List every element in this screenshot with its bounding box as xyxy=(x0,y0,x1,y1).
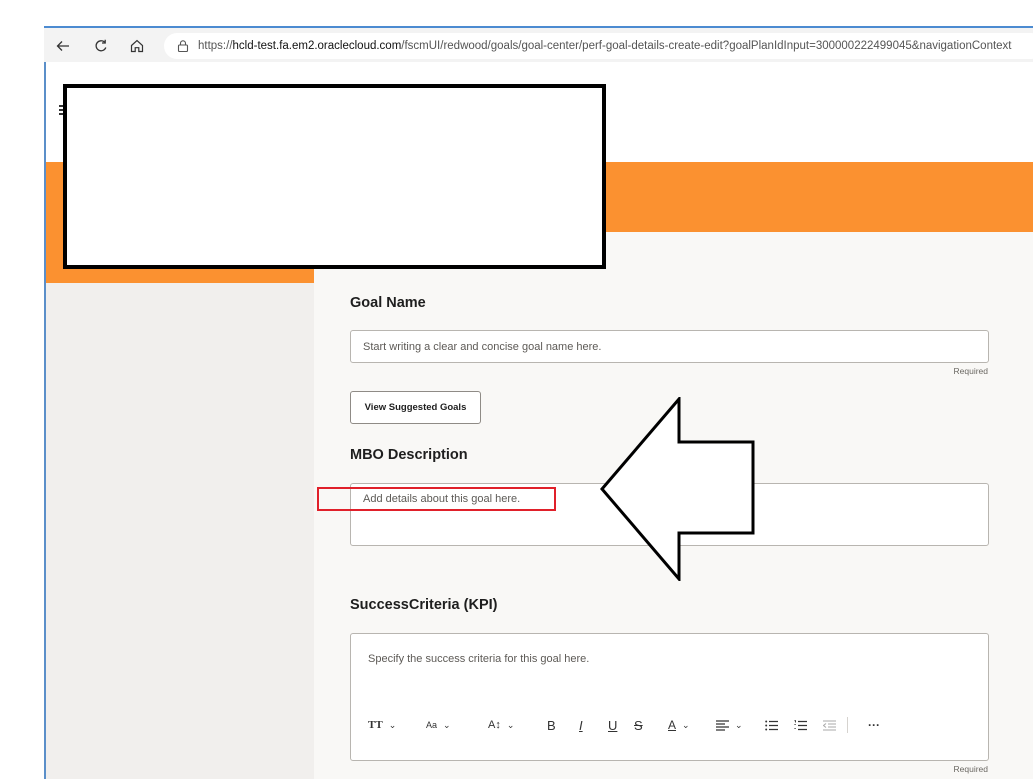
more-icon: ··· xyxy=(868,718,880,732)
bold-button[interactable]: B xyxy=(547,718,579,733)
bullet-list-button[interactable] xyxy=(765,720,794,731)
outdent-icon xyxy=(823,719,836,731)
view-suggested-goals-button[interactable]: View Suggested Goals xyxy=(350,391,481,424)
italic-button[interactable]: I xyxy=(579,718,608,733)
arrow-left-icon xyxy=(56,41,69,51)
goal-name-label: Goal Name xyxy=(350,295,426,311)
outdent-button[interactable] xyxy=(823,719,847,731)
bullet-list-icon xyxy=(765,720,778,730)
font-family-dropdown[interactable]: TT ⌄ xyxy=(368,719,426,731)
numbered-list-button[interactable] xyxy=(794,719,823,731)
numbered-list-icon xyxy=(794,719,807,730)
screenshot-root: https://hcld-test.fa.em2.oraclecloud.com… xyxy=(0,0,1033,779)
goal-name-input[interactable]: Start writing a clear and concise goal n… xyxy=(350,330,989,363)
strikethrough-icon: S xyxy=(634,717,643,733)
more-options-button[interactable]: ··· xyxy=(868,718,888,732)
italic-icon: I xyxy=(579,717,583,733)
success-criteria-placeholder: Specify the success criteria for this go… xyxy=(368,653,590,665)
bold-icon: B xyxy=(547,717,556,733)
underline-button[interactable]: U xyxy=(608,718,634,733)
line-height-dropdown[interactable]: A↕ ⌄ xyxy=(488,719,547,731)
url-prefix: https:// xyxy=(198,40,233,52)
arrow-annotation-icon xyxy=(600,397,755,581)
text-color-dropdown[interactable]: A ⌄ xyxy=(668,718,716,732)
font-family-icon: TT xyxy=(368,719,383,731)
chevron-down-icon: ⌄ xyxy=(506,719,515,730)
strikethrough-button[interactable]: S xyxy=(634,718,668,733)
rich-text-toolbar: TT ⌄ Aa ⌄ A↕ ⌄ B I U S A ⌄ ⌄ ··· xyxy=(368,716,888,734)
home-icon xyxy=(130,39,144,53)
redaction-box xyxy=(63,84,606,269)
goal-name-required: Required xyxy=(953,366,989,376)
success-criteria-required: Required xyxy=(953,764,989,774)
address-bar[interactable]: https://hcld-test.fa.em2.oraclecloud.com… xyxy=(164,33,1033,59)
refresh-icon xyxy=(95,39,107,52)
browser-toolbar: https://hcld-test.fa.em2.oraclecloud.com… xyxy=(44,26,1033,62)
font-size-dropdown[interactable]: Aa ⌄ xyxy=(426,720,488,731)
align-dropdown[interactable]: ⌄ xyxy=(716,720,765,731)
toolbar-divider xyxy=(847,717,848,733)
align-left-icon xyxy=(716,719,729,731)
url-text: https://hcld-test.fa.em2.oraclecloud.com… xyxy=(198,40,1012,52)
text-color-icon: A xyxy=(668,718,677,732)
chevron-down-icon: ⌄ xyxy=(388,719,397,730)
success-criteria-label: SuccessCriteria (KPI) xyxy=(350,597,498,613)
home-button[interactable] xyxy=(124,33,150,59)
underline-icon: U xyxy=(608,717,618,733)
lock-icon xyxy=(177,40,189,53)
line-height-icon: A↕ xyxy=(488,719,501,731)
chevron-down-icon: ⌄ xyxy=(682,719,690,730)
back-button[interactable] xyxy=(50,33,76,59)
highlight-annotation xyxy=(317,487,556,511)
success-criteria-editor[interactable]: Specify the success criteria for this go… xyxy=(350,633,989,761)
url-host: hcld-test.fa.em2.oraclecloud.com xyxy=(232,40,402,52)
chevron-down-icon: ⌄ xyxy=(735,719,743,730)
left-panel xyxy=(46,283,314,779)
url-path: /fscmUI/redwood/goals/goal-center/perf-g… xyxy=(401,40,1012,52)
refresh-button[interactable] xyxy=(88,33,114,59)
chevron-down-icon: ⌄ xyxy=(443,719,451,730)
font-size-icon: Aa xyxy=(426,720,438,730)
mbo-description-label: MBO Description xyxy=(350,447,468,463)
